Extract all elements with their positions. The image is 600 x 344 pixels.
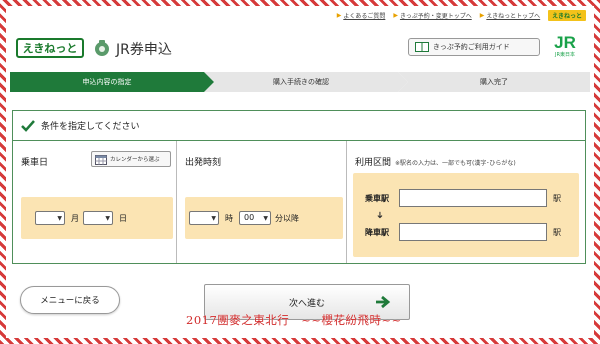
calendar-icon [95, 154, 107, 165]
calendar-label: カレンダーから選ぶ [110, 157, 160, 163]
minute-unit: 分以降 [275, 214, 299, 223]
eki-net-top-link[interactable]: ▶ えきねっとトップへ [480, 11, 540, 20]
progress-steps: 申込内容の指定 購入手続きの確認 購入完了 [10, 72, 590, 92]
calendar-button[interactable]: カレンダーから選ぶ [91, 151, 171, 167]
faq-link[interactable]: ▶ よくあるご質問 [337, 11, 386, 20]
jr-sub: JR東日本 [555, 52, 575, 58]
ticket-top-link[interactable]: ▶ きっぷ予約・変更トップへ [393, 11, 471, 20]
dropdown-arrow-icon: ▼ [57, 214, 62, 222]
step-specify-details: 申込内容の指定 [10, 72, 214, 92]
dropdown-arrow-icon: ▼ [211, 214, 216, 222]
page-title: JR券申込 [116, 42, 172, 58]
back-to-menu-button[interactable]: メニューに戻る [20, 286, 120, 314]
departure-time-section: 出発時刻 ▼ 時 00 ▼ 分以降 [177, 141, 347, 263]
check-icon [21, 119, 35, 132]
page: ▶ よくあるご質問 ▶ きっぷ予約・変更トップへ ▶ えきねっとトップへ えきね… [6, 6, 594, 338]
photo-caption-watermark: 2017團麥之東北行 ~~櫻花紛飛時~~ [186, 313, 402, 327]
boarding-station-input[interactable] [399, 189, 547, 207]
hour-select[interactable]: ▼ [189, 211, 219, 225]
departure-time-fields: ▼ 時 00 ▼ 分以降 [185, 197, 343, 239]
link-arrow-icon: ▶ [336, 11, 342, 19]
eki-net-logo[interactable]: えきねっと [16, 38, 84, 58]
boarding-station-unit: 駅 [553, 194, 561, 203]
usage-guide-button[interactable]: きっぷ予約ご利用ガイド [408, 38, 540, 56]
top-links: ▶ よくあるご質問 ▶ きっぷ予約・変更トップへ ▶ えきねっとトップへ えきね… [337, 9, 586, 21]
dropdown-arrow-icon: ▼ [263, 214, 268, 222]
boarding-date-section: 乗車日 カレンダーから選ぶ ▼ 月 ▼ 日 [13, 141, 177, 263]
month-unit: 月 [71, 214, 79, 223]
jr-mark: JR [554, 33, 576, 52]
route-note: ※駅名の入力は、一部でも可(漢字･ひらがな) [395, 160, 516, 167]
route-label: 利用区間 ※駅名の入力は、一部でも可(漢字･ひらがな) [355, 158, 516, 168]
month-select[interactable]: ▼ [35, 211, 65, 225]
step-confirm-purchase: 購入手続きの確認 [204, 72, 408, 92]
panel-heading: 条件を指定してください [41, 122, 140, 132]
eki-net-badge[interactable]: えきねっと [548, 9, 586, 21]
header: えきねっと JR券申込 きっぷ予約ご利用ガイド JR JR東日本 [6, 24, 594, 62]
usage-guide-label: きっぷ予約ご利用ガイド [433, 43, 510, 51]
next-label: 次へ進む [288, 298, 325, 309]
minute-select[interactable]: 00 ▼ [239, 211, 271, 225]
conditions-panel: 条件を指定してください 乗車日 カレンダーから選ぶ ▼ 月 ▼ 日 出発時刻 ▼… [12, 110, 586, 264]
arrow-right-icon [376, 295, 391, 309]
alighting-station-input[interactable] [399, 223, 547, 241]
route-fields: 乗車駅 駅 ➜ 降車駅 駅 [353, 173, 579, 257]
route-section: 利用区間 ※駅名の入力は、一部でも可(漢字･ひらがな) 乗車駅 駅 ➜ 降車駅 駅 [347, 141, 585, 263]
dropdown-arrow-icon: ▼ [105, 214, 110, 222]
jr-east-logo: JR JR東日本 [548, 34, 582, 62]
boarding-date-label: 乗車日 [21, 158, 49, 168]
hour-unit: 時 [225, 214, 233, 223]
boarding-station-label: 乗車駅 [365, 194, 389, 203]
step-purchase-complete: 購入完了 [398, 72, 590, 92]
boarding-date-fields: ▼ 月 ▼ 日 [21, 197, 173, 239]
alighting-station-unit: 駅 [553, 228, 561, 237]
panel-header: 条件を指定してください [13, 111, 585, 141]
day-unit: 日 [119, 214, 127, 223]
link-arrow-icon: ▶ [393, 11, 398, 19]
departure-time-label: 出発時刻 [185, 158, 222, 168]
alighting-station-label: 降車駅 [365, 228, 389, 237]
ticket-bag-icon [95, 40, 109, 56]
down-arrow-icon: ➜ [373, 211, 384, 219]
book-icon [415, 42, 429, 52]
day-select[interactable]: ▼ [83, 211, 113, 225]
link-arrow-icon: ▶ [479, 11, 485, 19]
